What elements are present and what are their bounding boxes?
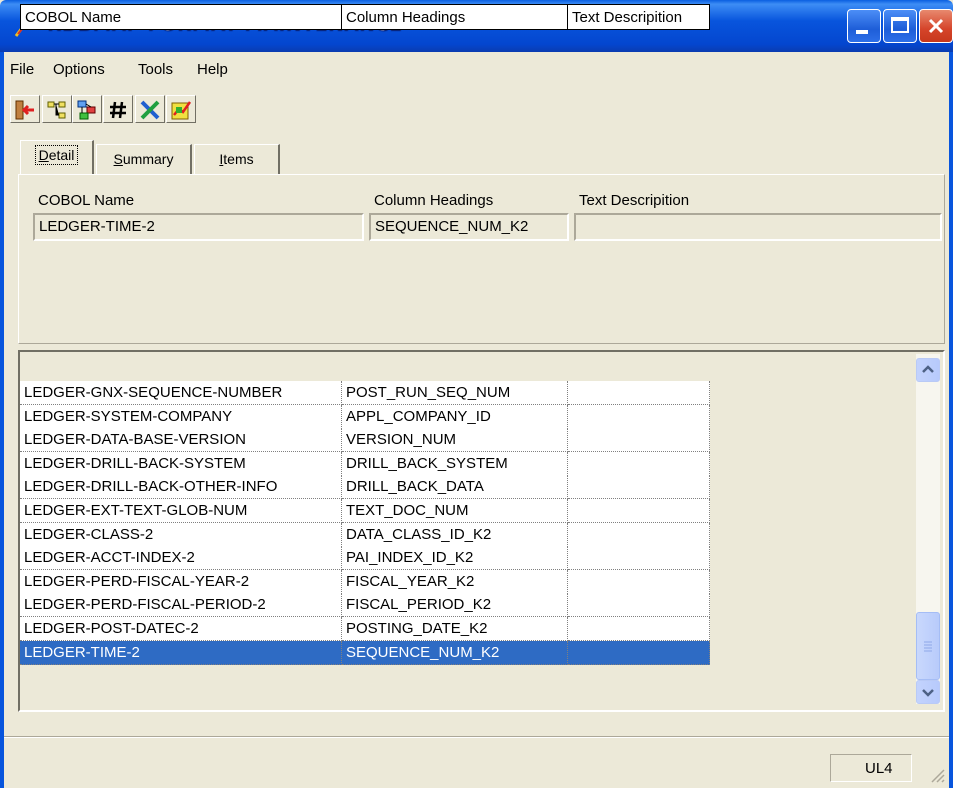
scroll-up-button[interactable] [916, 358, 940, 382]
cell-column[interactable]: APPL_COMPANY_ID [342, 404, 568, 429]
cell-column[interactable]: DRILL_BACK_SYSTEM [342, 451, 568, 476]
cell-text[interactable] [568, 569, 710, 594]
window-frame-right [949, 52, 953, 788]
cell-cobol[interactable]: LEDGER-TIME-2 [20, 640, 342, 665]
cell-column[interactable]: DATA_CLASS_ID_K2 [342, 522, 568, 547]
cell-text[interactable] [568, 404, 710, 429]
exit-button[interactable] [10, 95, 40, 123]
cell-text[interactable] [568, 451, 710, 476]
minimize-icon [856, 30, 868, 34]
text-description-label: Text Descripition [579, 192, 690, 209]
text-description-field[interactable] [574, 213, 942, 241]
maximize-icon [891, 17, 909, 33]
hash-icon [110, 101, 126, 119]
tab-detail-accel: D [38, 147, 49, 163]
cross-tool-button[interactable] [135, 95, 165, 123]
cell-column[interactable]: POSTING_DATE_K2 [342, 617, 568, 641]
chevron-down-icon [922, 689, 934, 697]
tab-summary[interactable]: Summary [96, 144, 192, 174]
cell-cobol[interactable]: LEDGER-ACCT-INDEX-2 [20, 546, 342, 571]
scroll-thumb[interactable] [916, 612, 940, 680]
header-cobol-name[interactable]: COBOL Name [20, 4, 342, 30]
menu-tools[interactable]: Tools [138, 61, 173, 78]
cell-cobol[interactable]: LEDGER-PERD-FISCAL-PERIOD-2 [20, 593, 342, 618]
cell-text[interactable] [568, 640, 710, 665]
grip-lines-icon [924, 641, 932, 652]
cell-cobol[interactable]: LEDGER-EXT-TEXT-GLOB-NUM [20, 499, 342, 523]
cell-column[interactable]: FISCAL_YEAR_K2 [342, 569, 568, 594]
status-pane: UL4 [830, 754, 912, 782]
cell-text[interactable] [568, 475, 710, 500]
column-headings-label: Column Headings [374, 192, 494, 209]
cell-text[interactable] [568, 428, 710, 453]
tab-detail-text: etail [48, 147, 75, 163]
chart-icon [171, 101, 192, 120]
cell-column[interactable]: POST_RUN_SEQ_NUM [342, 381, 568, 405]
menu-bar: File Options Tools Help [0, 52, 953, 88]
menu-options[interactable]: Options [53, 61, 105, 78]
maximize-button[interactable] [883, 9, 917, 43]
cell-column[interactable]: SEQUENCE_NUM_K2 [342, 640, 568, 665]
cell-text[interactable] [568, 617, 710, 641]
scroll-down-button[interactable] [916, 680, 940, 704]
minimize-button[interactable] [847, 9, 881, 43]
tab-detail-label: Detail [34, 145, 79, 165]
cell-text[interactable] [568, 522, 710, 547]
tree-alt-icon [77, 100, 96, 120]
column-headings-field[interactable]: SEQUENCE_NUM_K2 [369, 213, 569, 241]
cell-cobol[interactable]: LEDGER-DRILL-BACK-SYSTEM [20, 451, 342, 476]
resize-grip-icon[interactable] [926, 764, 946, 784]
cell-column[interactable]: PAI_INDEX_ID_K2 [342, 546, 568, 571]
status-bar: UL4 [4, 748, 949, 788]
separator [4, 736, 949, 738]
tab-summary-text: ummary [122, 151, 174, 167]
cell-column[interactable]: DRILL_BACK_DATA [342, 475, 568, 500]
chevron-up-icon [922, 365, 934, 373]
cell-cobol[interactable]: LEDGER-DATA-BASE-VERSION [20, 428, 342, 453]
chart-button[interactable] [166, 95, 196, 123]
cell-column[interactable]: VERSION_NUM [342, 428, 568, 453]
tree-alt-button[interactable] [72, 95, 102, 123]
tree-button[interactable] [42, 95, 72, 123]
tab-summary-accel: S [113, 151, 123, 167]
cell-cobol[interactable]: LEDGER-GNX-SEQUENCE-NUMBER [20, 381, 342, 405]
header-text-description[interactable]: Text Descripition [568, 4, 710, 30]
cell-cobol[interactable]: LEDGER-PERD-FISCAL-YEAR-2 [20, 569, 342, 594]
grid-scrollbar[interactable] [916, 354, 940, 704]
cell-cobol[interactable]: LEDGER-DRILL-BACK-OTHER-INFO [20, 475, 342, 500]
tab-items[interactable]: Items [194, 144, 280, 174]
close-icon [928, 18, 944, 34]
cell-column[interactable]: TEXT_DOC_NUM [342, 499, 568, 523]
cell-text[interactable] [568, 381, 710, 405]
window-frame-left [0, 52, 4, 788]
tab-items-text: tems [223, 151, 254, 167]
close-button[interactable] [919, 9, 953, 43]
cobol-name-field[interactable]: LEDGER-TIME-2 [33, 213, 364, 241]
cell-column[interactable]: FISCAL_PERIOD_K2 [342, 593, 568, 618]
cell-text[interactable] [568, 499, 710, 523]
cobol-name-label: COBOL Name [38, 192, 135, 209]
menu-file[interactable]: File [10, 61, 34, 78]
cross-tool-icon [140, 100, 160, 120]
header-column-headings[interactable]: Column Headings [342, 4, 568, 30]
cell-cobol[interactable]: LEDGER-POST-DATEC-2 [20, 617, 342, 641]
tab-detail[interactable]: Detail [20, 140, 94, 174]
cell-text[interactable] [568, 546, 710, 571]
cell-cobol[interactable]: LEDGER-CLASS-2 [20, 522, 342, 547]
number-button[interactable] [103, 95, 133, 123]
tree-icon [47, 101, 66, 119]
cell-text[interactable] [568, 593, 710, 618]
exit-icon [15, 100, 34, 120]
cell-cobol[interactable]: LEDGER-SYSTEM-COMPANY [20, 404, 342, 429]
menu-help[interactable]: Help [197, 61, 228, 78]
